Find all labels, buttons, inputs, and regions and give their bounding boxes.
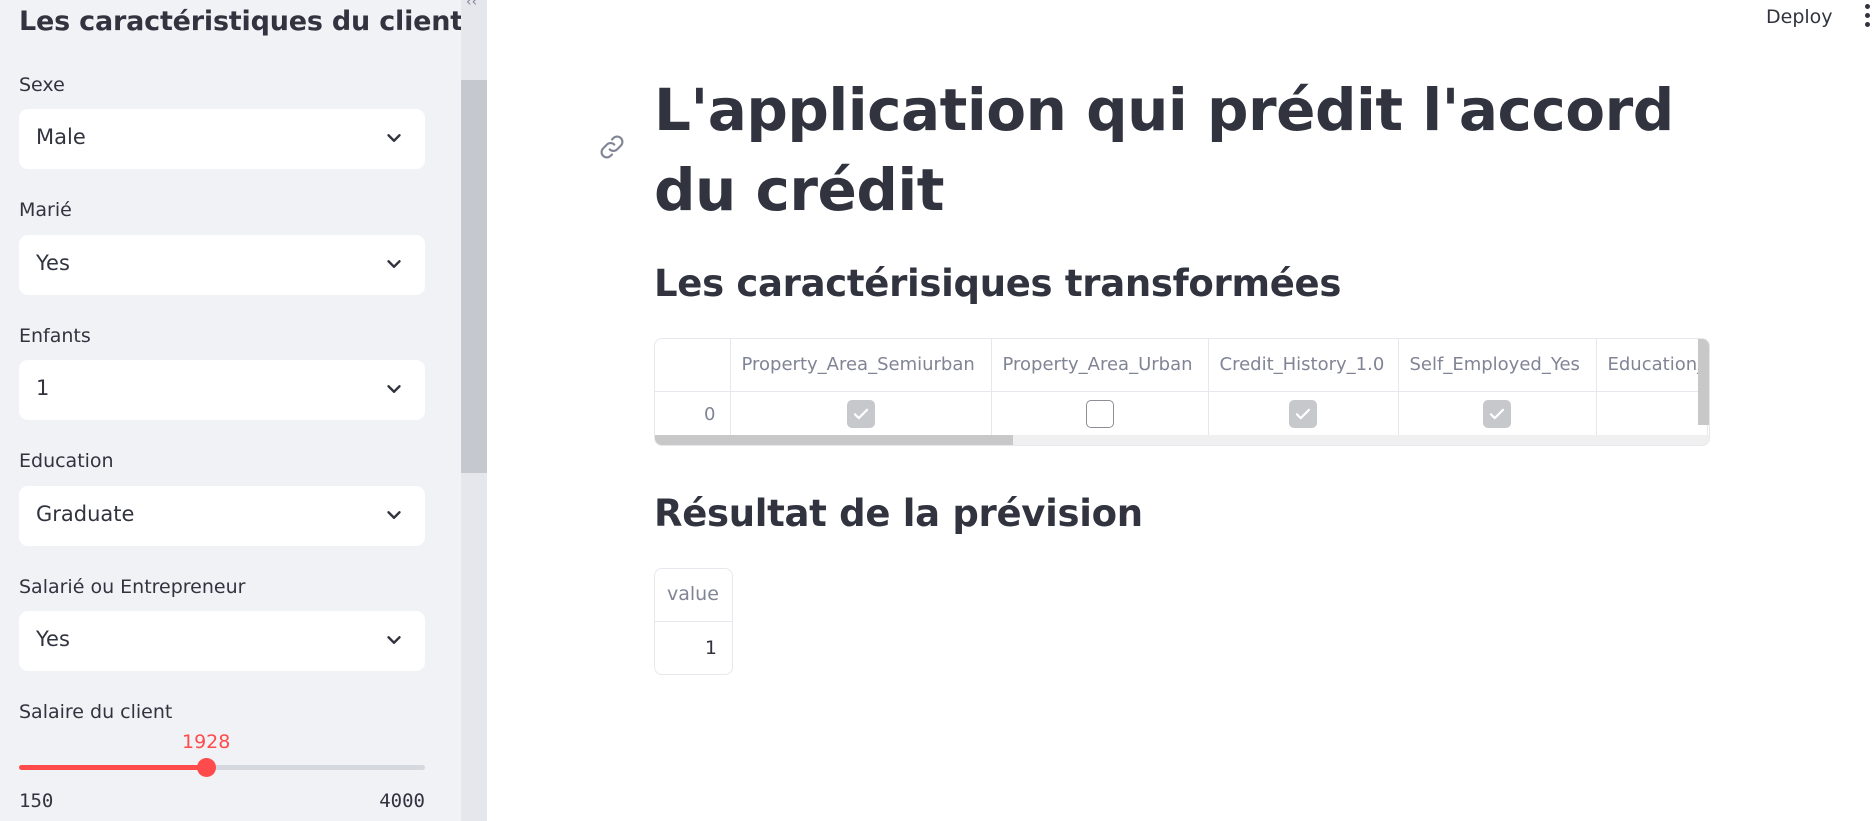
table-cell[interactable] xyxy=(1208,391,1399,438)
salary-slider-min: 150 xyxy=(19,790,54,812)
transformed-heading: Les caractérisiques transformées xyxy=(654,262,1342,305)
dataframe-vertical-scrollbar[interactable] xyxy=(1698,339,1709,425)
enfants-select-value: 1 xyxy=(36,376,50,400)
education-select[interactable]: Graduate xyxy=(19,486,425,546)
chevron-down-icon xyxy=(387,260,401,268)
dataframe-horizontal-scrollbar[interactable] xyxy=(655,435,1709,445)
column-header[interactable]: Credit_History_1.0 xyxy=(1208,339,1399,392)
result-column-header: value xyxy=(655,569,732,622)
marie-select-value: Yes xyxy=(36,251,70,275)
marie-label: Marié xyxy=(19,199,72,221)
chevron-down-icon xyxy=(387,636,401,644)
table-row: 0 xyxy=(655,391,1708,438)
check-icon xyxy=(1295,408,1311,420)
checkbox-checked xyxy=(1483,400,1511,428)
deploy-button[interactable]: Deploy xyxy=(1766,6,1833,28)
result-value: 1 xyxy=(704,637,717,659)
salary-slider-value: 1928 xyxy=(182,731,231,753)
result-heading: Résultat de la prévision xyxy=(654,492,1143,535)
employment-select-value: Yes xyxy=(36,627,70,651)
check-icon xyxy=(1489,408,1505,420)
salary-label: Salaire du client xyxy=(19,701,173,723)
checkbox-unchecked xyxy=(1085,400,1114,428)
table-cell[interactable] xyxy=(1596,391,1708,438)
column-header[interactable]: Self_Employed_Yes xyxy=(1398,339,1597,392)
sexe-label: Sexe xyxy=(19,74,65,96)
sidebar-scrollbar-thumb[interactable] xyxy=(461,80,487,473)
enfants-label: Enfants xyxy=(19,325,91,347)
column-header[interactable]: Property_Area_Semiurban xyxy=(730,339,992,392)
table-cell[interactable] xyxy=(991,391,1209,438)
dataframe-index-header xyxy=(655,339,731,392)
dataframe-header-row: Property_Area_Semiurban Property_Area_Ur… xyxy=(655,339,1708,392)
salary-slider-fill xyxy=(19,765,207,770)
salary-slider-thumb[interactable] xyxy=(197,758,217,777)
table-cell[interactable] xyxy=(730,391,992,438)
employment-select[interactable]: Yes xyxy=(19,611,425,671)
link-icon[interactable] xyxy=(598,133,626,161)
chevron-down-icon xyxy=(387,511,401,519)
sidebar-title: Les caractéristiques du client xyxy=(19,6,464,37)
sidebar-scrollbar[interactable] xyxy=(461,0,487,821)
enfants-select[interactable]: 1 xyxy=(19,360,425,420)
sidebar: Les caractéristiques du client Sexe Male… xyxy=(0,0,487,821)
education-label: Education xyxy=(19,450,114,472)
row-index: 0 xyxy=(655,391,731,438)
education-select-value: Graduate xyxy=(36,502,135,526)
marie-select[interactable]: Yes xyxy=(19,235,425,295)
result-table[interactable]: value 1 xyxy=(654,568,733,675)
transformed-dataframe[interactable]: Property_Area_Semiurban Property_Area_Ur… xyxy=(654,338,1710,446)
column-header[interactable]: Education_ xyxy=(1596,339,1708,392)
sexe-select-value: Male xyxy=(36,125,86,149)
page-title: L'application qui prédit l'accord du cré… xyxy=(654,76,1674,224)
checkbox-checked xyxy=(1289,400,1317,428)
collapse-sidebar-icon[interactable]: ‹‹ xyxy=(466,0,477,10)
table-cell[interactable] xyxy=(1398,391,1597,438)
column-header[interactable]: Property_Area_Urban xyxy=(991,339,1209,392)
dataframe-scrollbar-thumb[interactable] xyxy=(655,435,1013,445)
checkbox-checked xyxy=(846,400,875,428)
salary-slider-max: 4000 xyxy=(379,790,425,812)
chevron-down-icon xyxy=(387,385,401,393)
chevron-down-icon xyxy=(387,134,401,142)
check-icon xyxy=(853,408,868,420)
employment-label: Salarié ou Entrepreneur xyxy=(19,576,246,598)
main-menu-icon[interactable] xyxy=(1864,4,1872,34)
sexe-select[interactable]: Male xyxy=(19,109,425,169)
salary-slider[interactable] xyxy=(19,758,425,777)
